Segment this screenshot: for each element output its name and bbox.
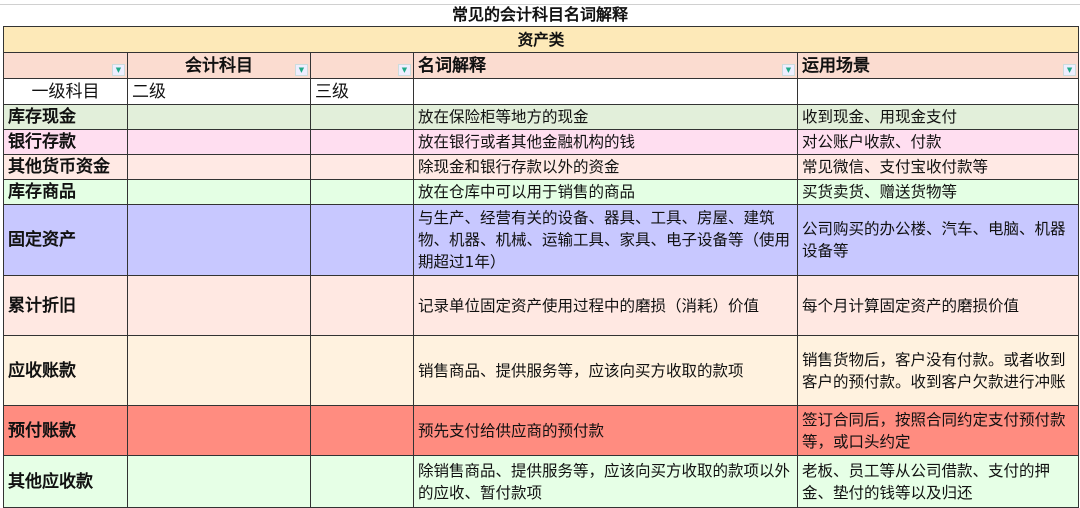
usage-cell[interactable]: 每个月计算固定资产的磨损价值 (796, 275, 1080, 336)
filter-dropdown-icon[interactable]: ▼ (1063, 64, 1077, 76)
explanation-cell[interactable]: 与生产、经营有关的设备、器具、工具、房屋、建筑物、机器、机械、运输工具、家具、电… (413, 204, 798, 276)
level3-cell[interactable] (310, 129, 414, 155)
subheader-row: 一级科目 二级 三级 (3, 78, 1080, 105)
level3-cell[interactable] (310, 104, 414, 130)
category-row: 资产类 (2, 26, 1080, 53)
filter-dropdown-icon[interactable]: ▼ (112, 64, 125, 76)
table-row: 应收账款 销售商品、提供服务等，应该向买方收取的款项 销售货物后，客户没有付款。或者… (3, 335, 1080, 406)
header-row: ▼ 会计科目 ▼ ▼ 名词解释 ▼ 运用场景 ▼ (3, 52, 1080, 79)
explanation-cell[interactable]: 销售商品、提供服务等，应该向买方收取的款项 (413, 335, 798, 406)
table-row: 累计折旧 记录单位固定资产使用过程中的磨损（消耗）价值 每个月计算固定资产的磨损价值 (3, 275, 1080, 336)
level3-cell[interactable] (310, 405, 414, 456)
subject-name-cell[interactable]: 其他应收款 (3, 455, 128, 508)
level3-cell[interactable] (310, 275, 414, 336)
level3-cell[interactable] (310, 179, 414, 205)
subject-name-cell[interactable]: 预付账款 (3, 405, 128, 456)
subject-name-cell[interactable]: 库存商品 (3, 179, 128, 205)
usage-cell[interactable]: 公司购买的办公楼、汽车、电脑、机器设备等 (796, 204, 1080, 276)
table-row: 库存商品 放在仓库中可以用于销售的商品 买货卖货、赠送货物等 (3, 179, 1080, 205)
subheader-level2[interactable]: 二级 (127, 78, 311, 105)
level2-cell[interactable] (127, 104, 311, 130)
explanation-cell[interactable]: 除销售商品、提供服务等，应该向买方收取的款项以外的应收、暂付款项 (413, 455, 798, 508)
table-row: 库存现金 放在保险柜等地方的现金 收到现金、用现金支付 (3, 104, 1080, 130)
header-explanation-cell: 名词解释 ▼ (413, 52, 798, 79)
level3-cell[interactable] (310, 204, 414, 276)
header-level3-cell: ▼ (310, 52, 414, 79)
category-cell: 资产类 (2, 26, 1080, 53)
filter-dropdown-icon[interactable]: ▼ (398, 64, 411, 76)
filter-dropdown-icon[interactable]: ▼ (295, 64, 308, 76)
usage-cell[interactable]: 买货卖货、赠送货物等 (796, 179, 1080, 205)
empty-cell[interactable] (796, 78, 1080, 105)
table-row: 其他应收款 除销售商品、提供服务等，应该向买方收取的款项以外的应收、暂付款项 老板、… (3, 455, 1080, 508)
level2-cell[interactable] (127, 455, 311, 508)
level2-cell[interactable] (127, 405, 311, 456)
header-subject-cell: 会计科目 ▼ (127, 52, 311, 79)
table-row: 其他货币资金 除现金和银行存款以外的资金 常见微信、支付宝收付款等 (3, 154, 1080, 180)
subject-name-cell[interactable]: 应收账款 (3, 335, 128, 406)
header-usage-label: 运用场景 (802, 55, 870, 76)
usage-cell[interactable]: 老板、员工等从公司借款、支付的押金、垫付的钱等以及归还 (796, 455, 1080, 508)
subject-name-cell[interactable]: 固定资产 (3, 204, 128, 276)
level2-cell[interactable] (127, 335, 311, 406)
subheader-level3[interactable]: 三级 (310, 78, 414, 105)
explanation-cell[interactable]: 预先支付给供应商的预付款 (413, 405, 798, 456)
usage-cell[interactable]: 签订合同后，按照合同约定支付预付款等，或口头约定 (796, 405, 1080, 456)
empty-cell[interactable] (413, 78, 798, 105)
sheet-title: 常见的会计科目名词解释 (451, 5, 628, 24)
usage-cell[interactable]: 常见微信、支付宝收付款等 (796, 154, 1080, 180)
usage-cell[interactable]: 销售货物后，客户没有付款。或者收到客户的预付款。收到客户欠款进行冲账 (796, 335, 1080, 406)
explanation-cell[interactable]: 记录单位固定资产使用过程中的磨损（消耗）价值 (413, 275, 798, 336)
level2-cell[interactable] (127, 275, 311, 336)
table-row: 银行存款 放在银行或者其他金融机构的钱 对公账户收款、付款 (3, 129, 1080, 155)
header-explanation-label: 名词解释 (418, 55, 486, 76)
level3-cell[interactable] (310, 335, 414, 406)
level3-cell[interactable] (310, 154, 414, 180)
accounting-subjects-table: 资产类 ▼ 会计科目 ▼ ▼ 名词解释 ▼ 运用场景 ▼ 一级科目 二级 三级 库存现… (2, 26, 1080, 508)
usage-cell[interactable]: 收到现金、用现金支付 (796, 104, 1080, 130)
level2-cell[interactable] (127, 154, 311, 180)
header-usage-cell: 运用场景 ▼ (796, 52, 1080, 79)
explanation-cell[interactable]: 除现金和银行存款以外的资金 (413, 154, 798, 180)
level2-cell[interactable] (127, 204, 311, 276)
filter-dropdown-icon[interactable]: ▼ (782, 64, 795, 76)
subject-name-cell[interactable]: 银行存款 (3, 129, 128, 155)
header-subject-label: 会计科目 (185, 55, 253, 76)
subject-name-cell[interactable]: 累计折旧 (3, 275, 128, 336)
subheader-level1[interactable]: 一级科目 (3, 78, 128, 105)
explanation-cell[interactable]: 放在保险柜等地方的现金 (413, 104, 798, 130)
level3-cell[interactable] (310, 455, 414, 508)
table-row: 预付账款 预先支付给供应商的预付款 签订合同后，按照合同约定支付预付款等，或口头约定 (3, 405, 1080, 456)
header-level1-cell: ▼ (3, 52, 128, 79)
level2-cell[interactable] (127, 129, 311, 155)
usage-cell[interactable]: 对公账户收款、付款 (796, 129, 1080, 155)
explanation-cell[interactable]: 放在仓库中可以用于销售的商品 (413, 179, 798, 205)
level2-cell[interactable] (127, 179, 311, 205)
table-row: 固定资产 与生产、经营有关的设备、器具、工具、房屋、建筑物、机器、机械、运输工具、… (3, 204, 1080, 276)
subject-name-cell[interactable]: 库存现金 (3, 104, 128, 130)
explanation-cell[interactable]: 放在银行或者其他金融机构的钱 (413, 129, 798, 155)
subject-name-cell[interactable]: 其他货币资金 (3, 154, 128, 180)
